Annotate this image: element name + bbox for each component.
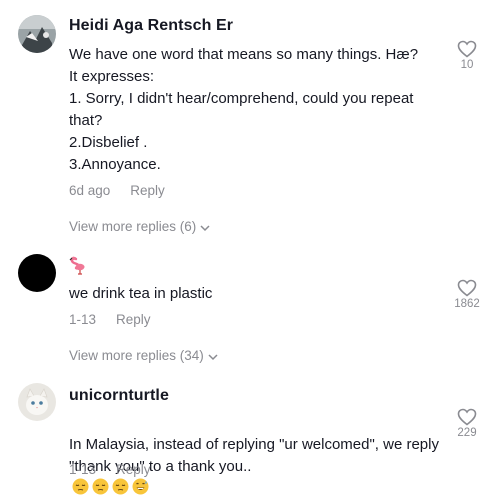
pensive-face-icon: [72, 478, 89, 502]
comment-username[interactable]: unicornturtle: [69, 387, 169, 405]
pensive-face-icon: [92, 478, 109, 502]
comment-text: In Malaysia, instead of replying "ur wel…: [69, 412, 441, 502]
avatar[interactable]: [18, 383, 56, 421]
comment-meta: 1-13 Reply: [69, 462, 151, 477]
comment-item: unicornturtle In Malaysia, instead of re…: [0, 0, 498, 495]
comment-time: 1-13: [69, 462, 97, 477]
reply-button[interactable]: Reply: [116, 462, 151, 477]
pensive-face-icon: [112, 478, 129, 502]
grinning-sweat-face-icon: [132, 478, 149, 502]
like-count: 229: [457, 427, 477, 439]
like-button[interactable]: 229: [447, 408, 487, 439]
heart-icon: [457, 408, 477, 426]
